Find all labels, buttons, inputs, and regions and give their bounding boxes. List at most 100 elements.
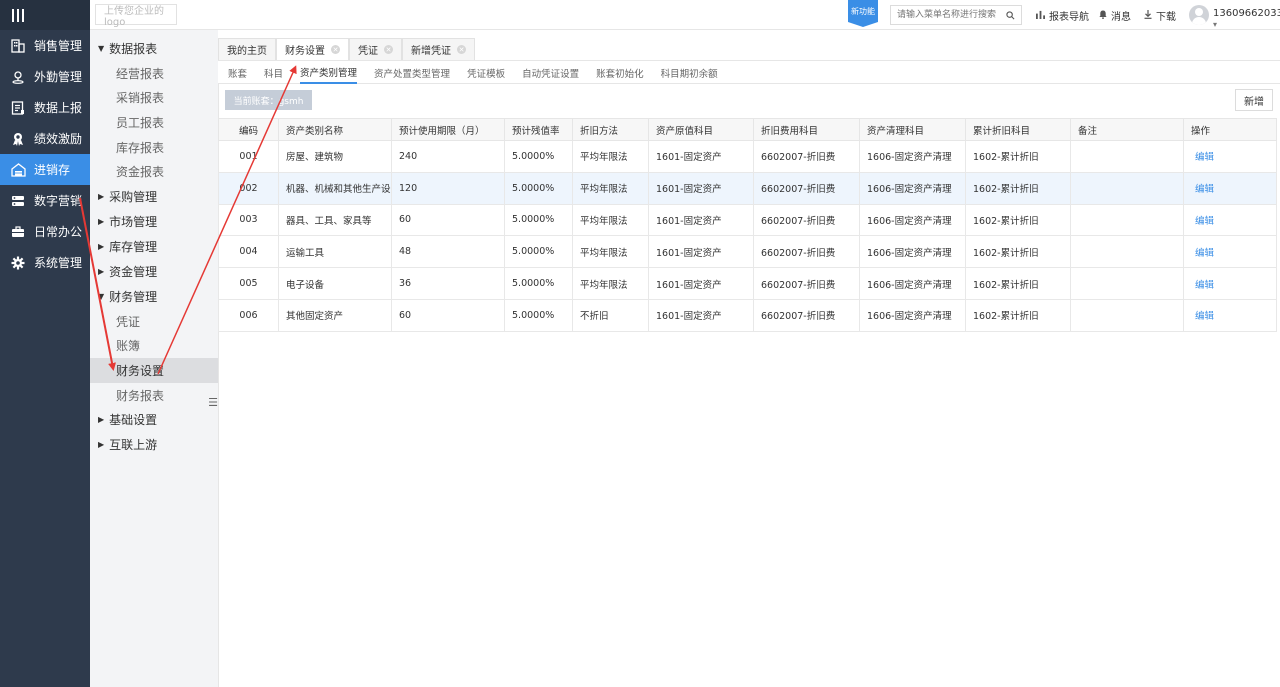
page-tab-home[interactable]: 我的主页 [218,38,276,60]
subtab-asset-category[interactable]: 资产类别管理 [300,61,358,84]
subtab-voucher-template[interactable]: 凭证模板 [467,61,505,84]
table-cell: 1602-累计折旧 [965,267,1071,300]
menu-item-finance-report[interactable]: 财务报表 [90,383,218,408]
edit-link[interactable]: 编辑 [1195,280,1214,291]
table-row[interactable]: 005 电子设备 36 5.0000% 平均年限法 1601-固定资产 6602007-折旧… [218,267,1277,300]
user-phone: 13609662033 [1213,8,1280,19]
page-tab-label: 我的主页 [227,46,267,57]
logo-upload-slot[interactable]: 上传您企业的logo [95,4,177,28]
briefcase-icon [10,224,26,240]
table-cell: 6602007-折旧费 [753,235,860,269]
table-row[interactable]: 003 器具、工具、家具等 60 5.0000% 平均年限法 1601-固定资产 66020… [218,203,1277,237]
page-tab-finance-settings[interactable]: 财务设置 ✕ [276,38,349,60]
menu-group-data-reports[interactable]: ▼ 数据报表 [90,36,218,61]
subtab-auto-voucher[interactable]: 自动凭证设置 [522,61,579,84]
rail-item-7[interactable]: 系统管理 [0,247,90,278]
table-cell: 编辑 [1183,298,1277,332]
table-cell: 6602007-折旧费 [753,140,860,173]
table-cell: 1606-固定资产清理 [859,235,966,269]
menu-item-voucher[interactable]: 凭证 [90,309,218,334]
edit-link[interactable]: 编辑 [1195,311,1214,322]
table-row[interactable]: 006 其他固定资产 60 5.0000% 不折旧 1601-固定资产 6602007-折旧… [218,298,1277,332]
rail-item-label: 系统管理 [34,256,83,270]
menu-item-employee-report[interactable]: 员工报表 [90,110,218,135]
menu-item-funds-report[interactable]: 资金报表 [90,159,218,184]
menu-item-purchase-sales-report[interactable]: 采销报表 [90,86,218,111]
edit-link[interactable]: 编辑 [1195,184,1214,195]
rail-item-1[interactable]: 外勤管理 [0,61,90,92]
report-nav-label: 报表导航 [1049,12,1089,23]
table-cell: 编辑 [1183,203,1277,237]
close-icon[interactable]: ✕ [384,45,393,54]
subtab-account-init[interactable]: 账套初始化 [596,61,644,84]
subtab-account-set[interactable]: 账套 [228,61,247,84]
sidebar-collapse-icon[interactable]: ☰ [208,394,218,410]
rail-item-4[interactable]: 进销存 [0,154,90,185]
menu-group-inventory[interactable]: ▶ 库存管理 [90,234,218,259]
table-cell: 003 [218,203,279,237]
caret-down-icon: ▼ [98,291,105,301]
edit-link[interactable]: 编辑 [1195,216,1214,227]
search-icon[interactable] [1001,10,1019,20]
table-cell [1070,267,1184,300]
column-header: 预计使用期限（月） [391,118,505,141]
menu-group-basic-settings[interactable]: ▶ 基础设置 [90,407,218,432]
menu-group-funds[interactable]: ▶ 资金管理 [90,259,218,284]
menu-item-finance-settings[interactable]: 财务设置 [90,358,218,383]
messages-link[interactable]: 消息 [1099,8,1131,23]
new-feature-badge[interactable]: 新功能 [848,0,878,27]
report-nav-link[interactable]: 报表导航 [1036,8,1089,23]
menu-search [890,5,1022,25]
rail-item-5[interactable]: 数字营销 [0,185,90,216]
caret-down-icon: ▼ [98,44,105,53]
edit-link[interactable]: 编辑 [1195,152,1214,163]
menu-toggle-icon[interactable] [12,8,24,22]
rail-item-0[interactable]: 销售管理 [0,30,90,61]
close-icon[interactable]: ✕ [331,45,340,54]
menu-item-ledger[interactable]: 账簿 [90,334,218,359]
menu-group-label: 采购管理 [109,189,158,204]
table-cell [1070,140,1184,173]
table-cell: 1601-固定资产 [648,298,754,332]
rail-item-6[interactable]: 日常办公 [0,216,90,247]
user-account-menu[interactable]: 13609662033 ▾ [1213,8,1280,30]
close-icon[interactable]: ✕ [457,45,466,54]
menu-item-inventory-report[interactable]: 库存报表 [90,135,218,160]
table-cell [1070,298,1184,332]
table-cell: 6602007-折旧费 [753,203,860,237]
menu-item-business-report[interactable]: 经营报表 [90,61,218,86]
menu-group-purchase[interactable]: ▶ 采购管理 [90,184,218,209]
table-cell: 电子设备 [278,267,392,300]
table-cell: 1606-固定资产清理 [859,203,966,237]
subtab-subjects[interactable]: 科目 [264,61,283,84]
table-row[interactable]: 002 机器、机械和其他生产设备 120 5.0000% 平均年限法 1601-固定资产 6… [218,171,1277,205]
table-cell: 1601-固定资产 [648,171,754,205]
subtab-asset-disposal-type[interactable]: 资产处置类型管理 [374,61,450,84]
subtab-opening-balance[interactable]: 科目期初余额 [661,61,718,84]
table-row[interactable]: 004 运输工具 48 5.0000% 平均年限法 1601-固定资产 6602007-折旧… [218,235,1277,269]
menu-group-interconnect[interactable]: ▶ 互联上游 [90,432,218,457]
menu-group-finance[interactable]: ▼ 财务管理 [90,284,218,309]
menu-search-input[interactable] [891,6,1001,24]
menu-group-market[interactable]: ▶ 市场管理 [90,209,218,234]
table-cell: 1601-固定资产 [648,267,754,300]
user-avatar[interactable] [1189,5,1209,25]
page-tab-label: 新增凭证 [411,46,451,57]
table-cell: 编辑 [1183,171,1277,205]
table-cell: 机器、机械和其他生产设备 [278,171,392,205]
add-button[interactable]: 新增 [1235,89,1273,111]
table-cell: 1606-固定资产清理 [859,267,966,300]
rail-item-2[interactable]: 数据上报 [0,92,90,123]
table-cell: 240 [391,140,505,173]
table-row[interactable]: 001 房屋、建筑物 240 5.0000% 平均年限法 1601-固定资产 6602007… [218,140,1277,173]
table-cell: 1602-累计折旧 [965,140,1071,173]
download-link[interactable]: 下载 [1144,8,1176,23]
table-cell: 平均年限法 [572,235,649,269]
main-nav-rail: 销售管理 外勤管理 数据上报 绩效激励 进销存 数字营销 日常办公系统管理 [0,0,90,687]
table-cell: 1606-固定资产清理 [859,140,966,173]
rail-item-3[interactable]: 绩效激励 [0,123,90,154]
page-tab-voucher[interactable]: 凭证 ✕ [349,38,402,60]
page-tab-new-voucher[interactable]: 新增凭证 ✕ [402,38,475,60]
table-cell: 5.0000% [504,267,573,300]
edit-link[interactable]: 编辑 [1195,248,1214,259]
